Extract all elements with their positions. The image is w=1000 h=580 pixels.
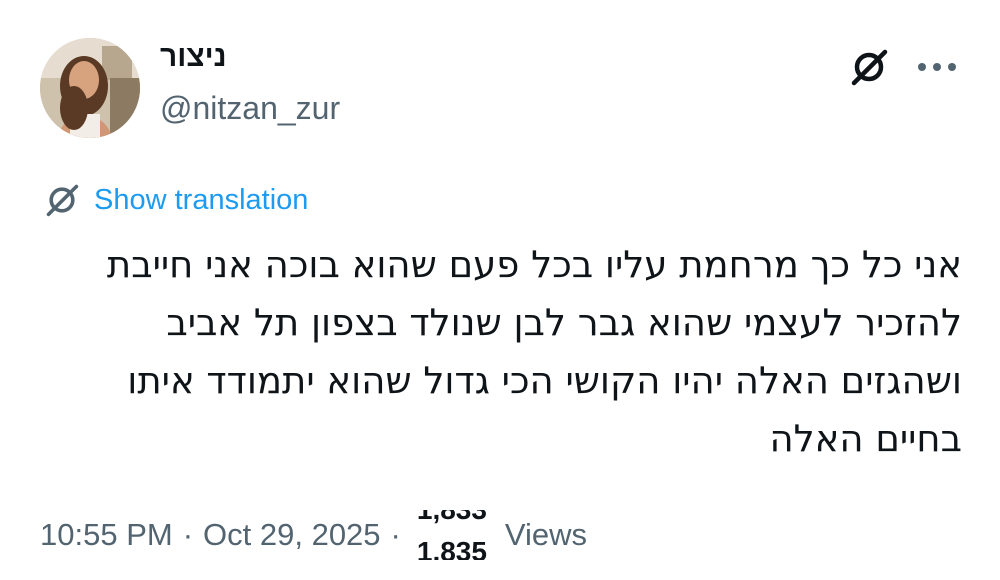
views-label: Views [504,517,588,552]
show-translation-link[interactable]: Show translation [44,182,308,218]
author-handle[interactable]: @nitzan_zur [160,90,340,127]
tweet-text-line: אני כל כך מרחמת עליו בכל פעם שהוא בוכה א… [106,243,962,286]
tweet-date[interactable]: Oct 29, 2025 [203,517,381,553]
tweet-text-line: בחיים האלה [769,417,962,460]
author-display-name[interactable]: ניצור [160,40,227,74]
tweet-time[interactable]: 10:55 PM [40,517,173,553]
more-options-button[interactable] [914,46,960,88]
grok-icon [851,49,888,86]
tweet-text-line: ושהגזים האלה יהיו הקושי הכי גדול שהוא ית… [127,359,962,402]
tweet-text-line: להזכיר לעצמי שהוא גבר לבן שנולד בצפון תל… [166,301,962,344]
grok-button[interactable] [848,46,890,88]
tweet-meta: 10:55 PM · Oct 29, 2025 · 1,833 1,835 Vi… [40,510,587,560]
grok-icon [46,184,79,217]
view-count: 1,833 1,835 [415,510,507,560]
meta-separator: · [182,517,194,552]
avatar[interactable] [40,38,140,138]
meta-separator: · [390,517,401,552]
more-horizontal-icon [918,63,956,71]
avatar-photo [40,38,140,138]
view-count-new: 1,835 [416,536,487,560]
show-translation-label: Show translation [94,183,309,216]
view-count-old: 1,833 [417,510,487,526]
tweet-text: אני כל כך מרחמת עליו בכל פעם שהוא בוכה א… [40,236,962,468]
